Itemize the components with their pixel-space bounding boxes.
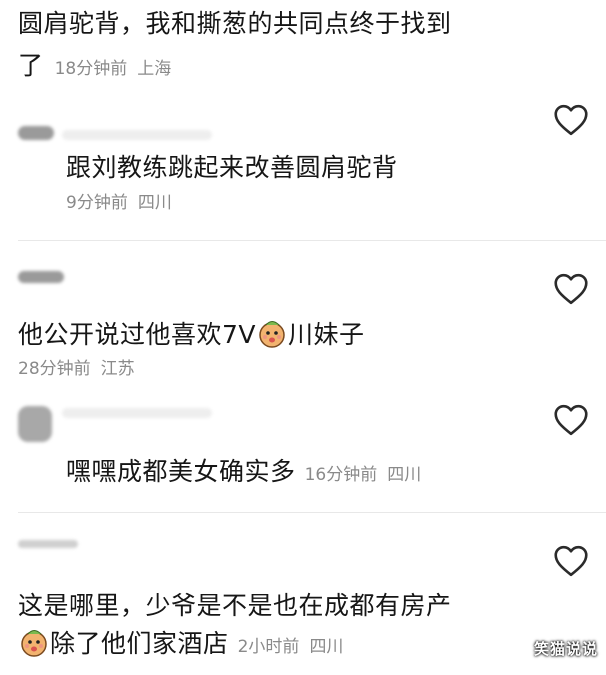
- peach-face-emoji-icon: [19, 628, 49, 658]
- comment-text: 跟刘教练跳起来改善圆肩驼背: [66, 153, 398, 182]
- comment-meta: 28分钟前 江苏: [18, 354, 135, 379]
- comment-text: 嘿嘿成都美女确实多: [66, 457, 296, 486]
- comment-location: 四川: [387, 465, 422, 485]
- heart-icon[interactable]: [553, 273, 589, 305]
- comment-text: 圆肩驼背，我和撕葱的共同点终于找到: [18, 9, 452, 38]
- comment-text: 这是哪里，少爷是不是也在成都有房产: [18, 591, 452, 620]
- comment-text-part: 川妹子: [288, 320, 365, 349]
- comment-time: 16分钟前: [304, 465, 378, 485]
- avatar[interactable]: [18, 540, 78, 548]
- divider: [18, 240, 606, 241]
- heart-icon[interactable]: [553, 404, 589, 436]
- avatar[interactable]: [18, 271, 64, 283]
- comment-text-continued: 除了他们家酒店: [18, 629, 229, 658]
- comment-text: 他公开说过他喜欢7V 川妹子: [18, 315, 365, 351]
- username-redacted: [62, 408, 212, 418]
- comment-meta: 16分钟前 四川: [305, 465, 422, 485]
- comment-meta: 9分钟前 四川: [66, 188, 172, 213]
- comment-text-continued: 了: [18, 51, 44, 80]
- avatar[interactable]: [18, 406, 52, 442]
- heart-icon[interactable]: [553, 104, 589, 136]
- comment-text-part: 他公开说过他喜欢7V: [18, 320, 257, 349]
- comment-time: 2小时前: [237, 637, 300, 657]
- username-redacted: [62, 130, 212, 140]
- comment-time: 9分钟前: [66, 193, 128, 213]
- divider: [18, 512, 606, 513]
- comment-location: 四川: [309, 637, 344, 657]
- comment-location: 江苏: [100, 359, 135, 379]
- heart-icon[interactable]: [553, 545, 589, 577]
- comment-location: 上海: [137, 59, 172, 79]
- avatar[interactable]: [18, 126, 54, 140]
- comment-time: 28分钟前: [18, 359, 91, 379]
- comment-second-line: 了 18分钟前 上海: [18, 46, 171, 82]
- comment-location: 四川: [137, 193, 172, 213]
- comment-meta: 18分钟前 上海: [55, 59, 172, 79]
- comment-text-part: 除了他们家酒店: [50, 629, 229, 658]
- watermark: 笑猫说说: [533, 640, 598, 658]
- comment-second-line: 除了他们家酒店 2小时前 四川: [18, 624, 343, 660]
- comment-meta: 2小时前 四川: [238, 637, 344, 657]
- peach-face-emoji-icon: [257, 319, 287, 349]
- comment-line: 嘿嘿成都美女确实多 16分钟前 四川: [66, 452, 421, 488]
- comment-time: 18分钟前: [54, 59, 128, 79]
